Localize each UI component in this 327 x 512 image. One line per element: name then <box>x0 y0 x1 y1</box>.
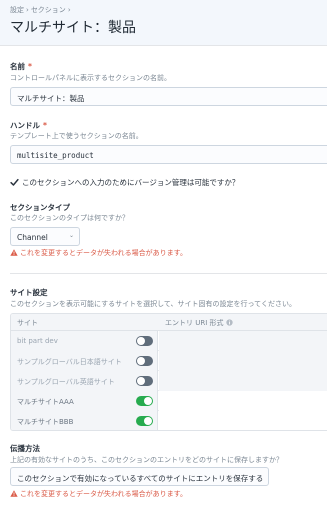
required-marker: * <box>28 62 32 71</box>
handle-label: ハンドル * <box>10 121 47 130</box>
table-row: bit part dev <box>11 331 327 351</box>
propagation-warning: これを変更するとデータが失われる場合があります。 <box>10 489 187 499</box>
table-header: サイト エントリ URI 形式 <box>11 314 327 331</box>
section-type-value: Channel <box>17 233 48 242</box>
table-row: サンプルグローバル日本語サイト <box>11 351 327 371</box>
uri-format-cell <box>159 331 327 351</box>
site-name: マルチサイトAAA <box>17 398 74 406</box>
site-enabled-toggle[interactable] <box>136 336 153 346</box>
chevron-down-icon: ⌄ <box>257 472 263 479</box>
site-settings-table: サイト エントリ URI 形式 bit part dev サンプルグローバル日本… <box>10 313 327 431</box>
site-enabled-toggle[interactable] <box>136 356 153 366</box>
table-row: サンプルグローバル英語サイト <box>11 371 327 391</box>
handle-instructions: テンプレート上で使うセクションの名前。 <box>10 132 143 140</box>
column-header-site: サイト <box>17 319 38 327</box>
handle-input[interactable]: multisite_product <box>10 145 327 164</box>
propagation-value: このセクションで有効になっているすべてのサイトにエントリを保存する <box>17 474 264 483</box>
site-name: マルチサイトBBB <box>17 418 74 426</box>
section-type-instructions: このセクションのタイプは何ですか？ <box>10 214 129 222</box>
chevron-down-icon: ⌄ <box>68 232 74 239</box>
uri-format-input[interactable] <box>159 391 327 411</box>
breadcrumb: 設定 › セクション › <box>10 5 73 15</box>
checkmark-icon[interactable] <box>10 178 19 187</box>
warning-triangle-icon <box>10 249 18 256</box>
uri-format-input[interactable] <box>159 411 327 430</box>
required-marker: * <box>43 121 47 130</box>
section-type-label: セクションタイプ <box>10 203 70 212</box>
table-row: マルチサイトBBB <box>11 411 327 430</box>
uri-format-cell <box>159 371 327 391</box>
warning-triangle-icon <box>10 490 18 497</box>
site-settings-label: サイト設定 <box>10 288 48 297</box>
name-instructions: コントロールパネルに表示するセクションの名前。 <box>10 74 171 82</box>
versioning-label: このセクションへの入力のためにバージョン管理は可能ですか？ <box>22 178 240 187</box>
column-header-uri-format: エントリ URI 形式 <box>165 318 233 328</box>
propagation-label: 伝播方法 <box>10 444 40 453</box>
section-type-warning: これを変更するとデータが失われる場合があります。 <box>10 248 187 258</box>
propagation-select[interactable]: このセクションで有効になっているすべてのサイトにエントリを保存する ⌄ <box>10 467 269 486</box>
site-settings-instructions: このセクションを表示可能にするサイトを選択して、サイト固有の設定を行ってください… <box>10 300 296 308</box>
site-enabled-toggle[interactable] <box>136 416 153 426</box>
table-row: マルチサイトAAA <box>11 391 327 411</box>
page-header: 設定 › セクション › マルチサイト：製品 <box>0 0 327 46</box>
breadcrumb-item-settings[interactable]: 設定 <box>10 6 24 14</box>
uri-format-cell <box>159 351 327 371</box>
info-icon[interactable] <box>225 319 233 326</box>
divider <box>10 273 327 274</box>
section-type-select[interactable]: Channel ⌄ <box>10 227 80 246</box>
site-name: サンプルグローバル英語サイト <box>17 378 115 386</box>
breadcrumb-item-sections[interactable]: セクション <box>31 6 66 14</box>
site-name: サンプルグローバル日本語サイト <box>17 358 122 366</box>
site-enabled-toggle[interactable] <box>136 376 153 386</box>
page-title: マルチサイト：製品 <box>10 20 136 36</box>
name-input[interactable]: マルチサイト：製品 <box>10 87 327 106</box>
name-label: 名前 * <box>10 62 32 71</box>
propagation-instructions: 上記の有効なサイトのうち、このセクションのエントリをどのサイトに保存しますか？ <box>10 456 283 464</box>
chevron-right-icon: › <box>67 6 71 14</box>
chevron-right-icon: › <box>26 6 29 14</box>
site-name: bit part dev <box>17 337 58 345</box>
site-enabled-toggle[interactable] <box>136 396 153 406</box>
